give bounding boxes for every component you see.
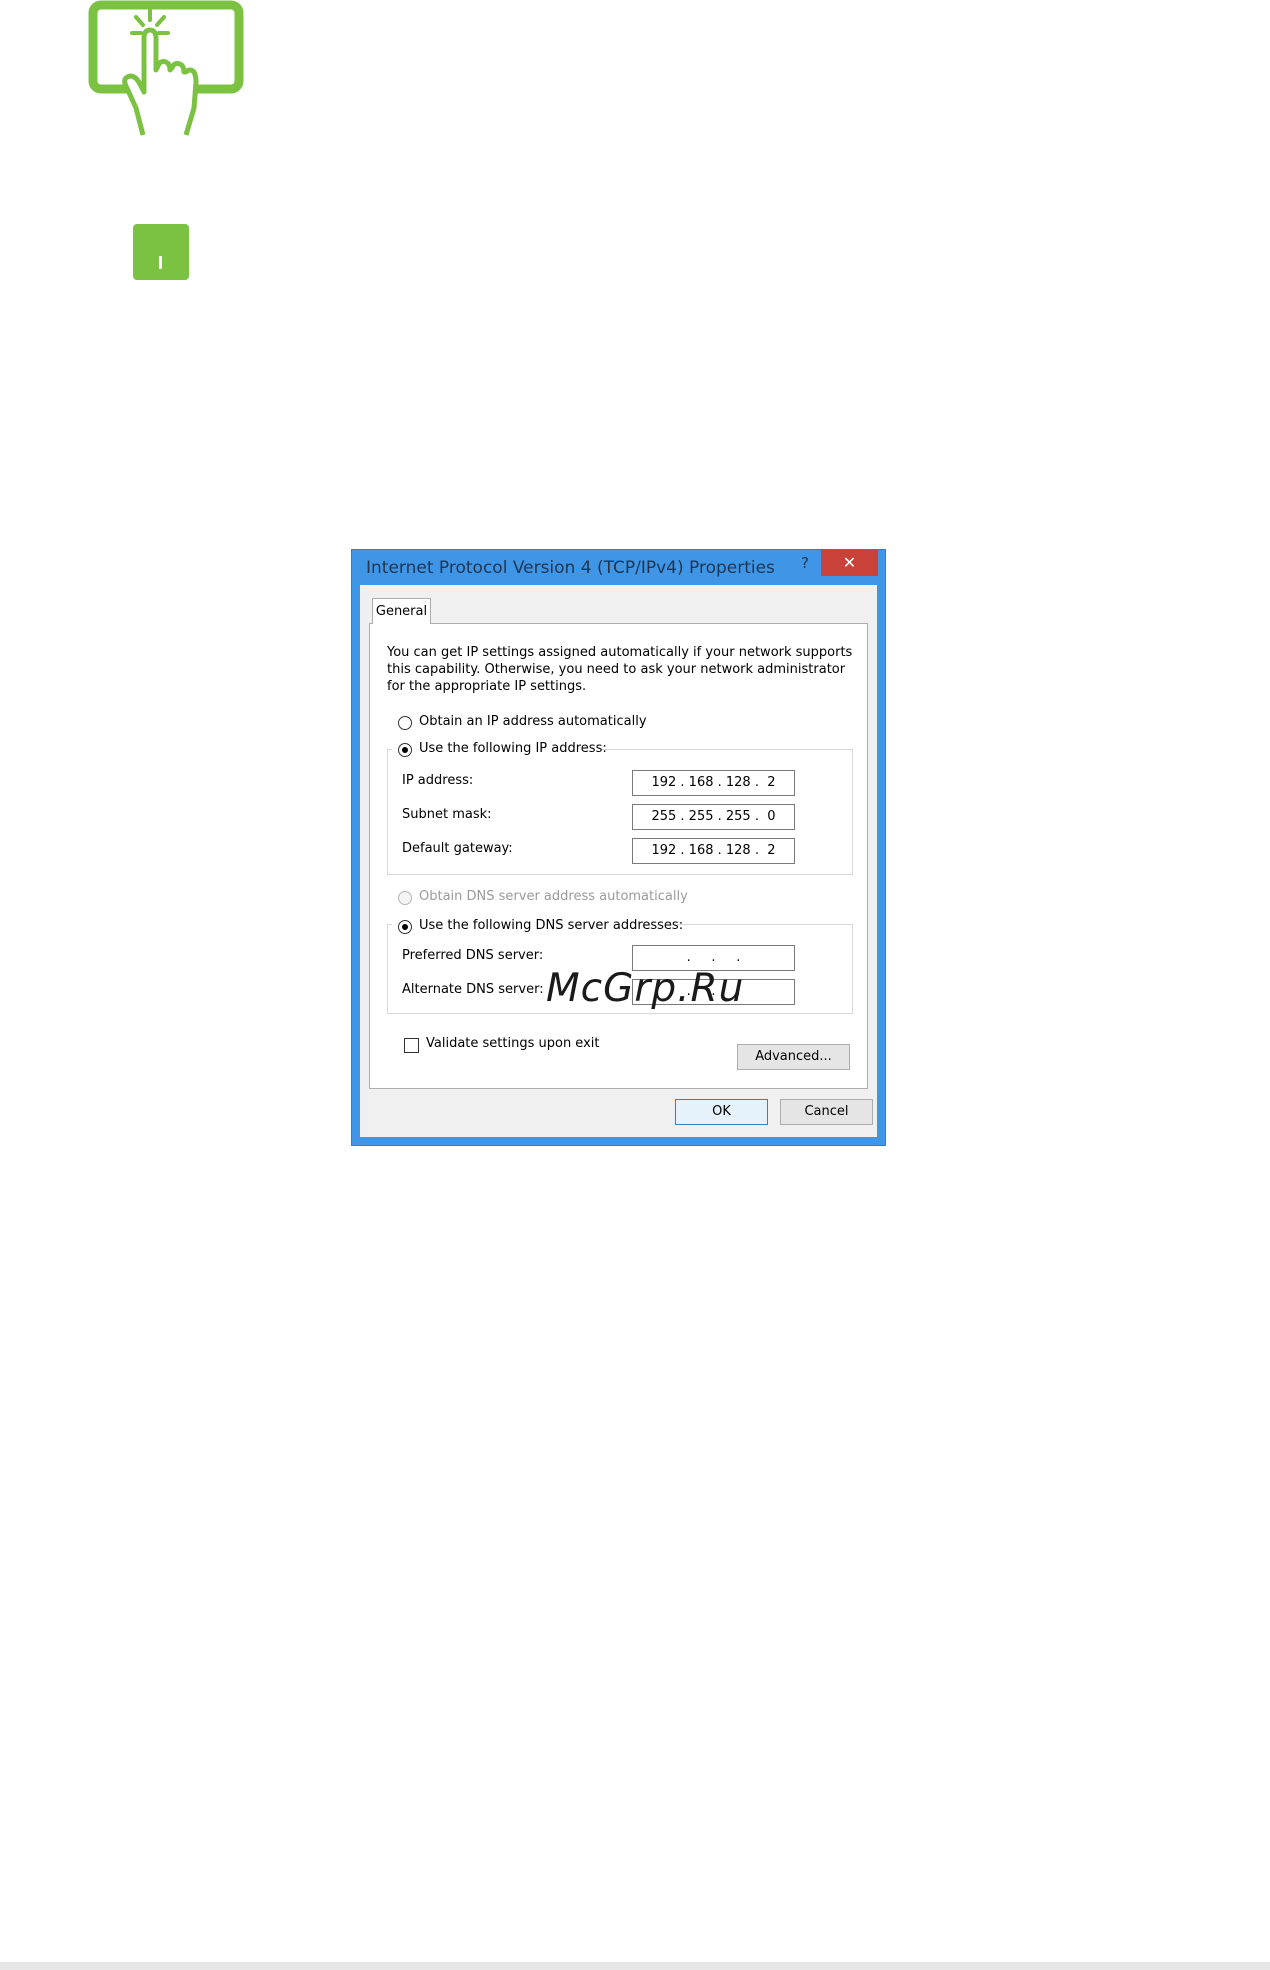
ip-address-field[interactable]: 192 . 168 . 128 . 2 xyxy=(632,770,795,796)
tab-general[interactable]: General xyxy=(372,598,431,624)
watermark: McGrp.Ru xyxy=(546,966,745,1011)
close-button[interactable]: ✕ xyxy=(821,550,878,576)
tcpip-properties-dialog: Internet Protocol Version 4 (TCP/IPv4) P… xyxy=(351,549,886,1146)
intro-text: You can get IP settings assigned automat… xyxy=(387,645,853,694)
subnet-mask-field[interactable]: 255 . 255 . 255 . 0 xyxy=(632,804,795,830)
touch-tap-icon xyxy=(88,0,244,136)
general-tab-panel: You can get IP settings assigned automat… xyxy=(369,623,868,1089)
ip-manual-radio[interactable] xyxy=(398,743,412,757)
ok-button[interactable]: OK xyxy=(675,1099,768,1125)
dns-manual-radio[interactable] xyxy=(398,920,412,934)
cancel-button[interactable]: Cancel xyxy=(780,1099,873,1125)
advanced-button[interactable]: Advanced... xyxy=(737,1044,850,1070)
page-bottom-strip xyxy=(0,1962,1270,1970)
dialog-client-area: General You can get IP settings assigned… xyxy=(360,585,877,1137)
green-tab-icon xyxy=(133,224,189,280)
default-gateway-field[interactable]: 192 . 168 . 128 . 2 xyxy=(632,838,795,864)
default-gateway-label: Default gateway: xyxy=(402,841,513,856)
dns-auto-label[interactable]: Obtain DNS server address automatically xyxy=(419,889,688,904)
ip-address-label: IP address: xyxy=(402,773,474,788)
ip-auto-label[interactable]: Obtain an IP address automatically xyxy=(419,714,647,729)
ip-manual-label[interactable]: Use the following IP address: xyxy=(419,741,607,756)
validate-checkbox[interactable] xyxy=(404,1038,419,1053)
validate-label[interactable]: Validate settings upon exit xyxy=(426,1036,599,1051)
preferred-dns-label: Preferred DNS server: xyxy=(402,948,544,963)
help-button[interactable]: ? xyxy=(795,553,815,573)
alternate-dns-label: Alternate DNS server: xyxy=(402,982,544,997)
ip-auto-radio[interactable] xyxy=(398,716,412,730)
dns-auto-radio[interactable] xyxy=(398,891,412,905)
subnet-mask-label: Subnet mask: xyxy=(402,807,492,822)
dialog-title: Internet Protocol Version 4 (TCP/IPv4) P… xyxy=(366,558,775,578)
dns-manual-label[interactable]: Use the following DNS server addresses: xyxy=(419,918,683,933)
